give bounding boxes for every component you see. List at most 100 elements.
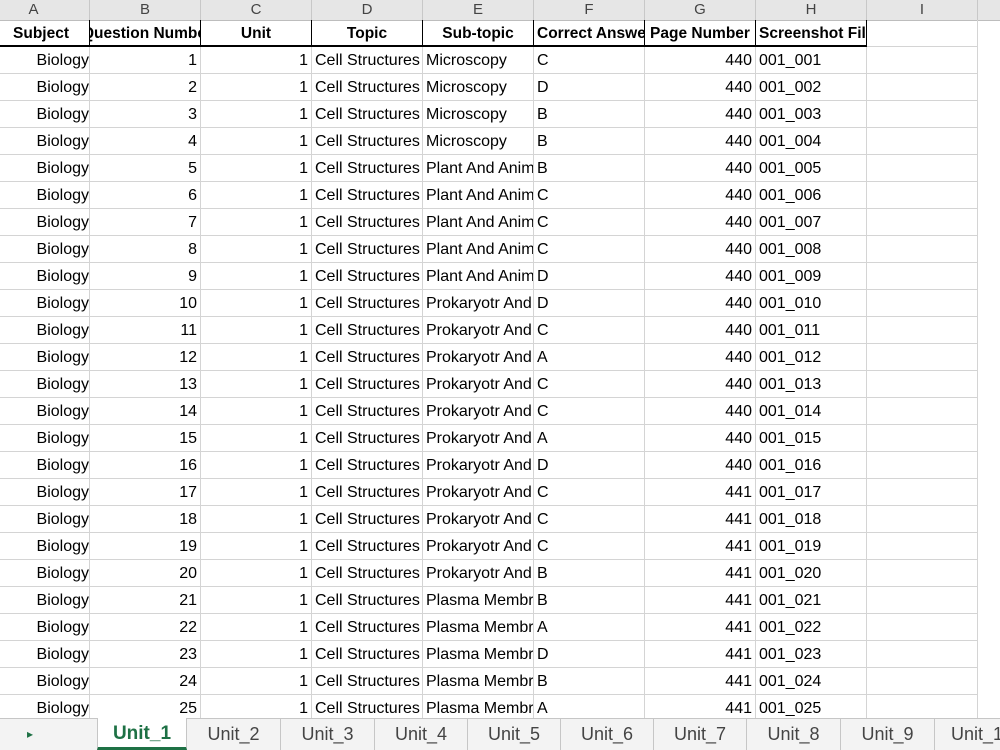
- column-header-b[interactable]: B: [90, 0, 201, 20]
- cell-screenshot-file[interactable]: 001_005: [756, 155, 867, 182]
- cell-page-number[interactable]: 440: [645, 101, 756, 128]
- cell-subtopic[interactable]: Plasma Membrane: [423, 587, 534, 614]
- cell-topic[interactable]: Cell Structures: [312, 479, 423, 506]
- cell-subject[interactable]: Biology: [0, 533, 90, 560]
- cell-subtopic[interactable]: Prokaryotr And: [423, 317, 534, 344]
- cell-unit[interactable]: 1: [201, 641, 312, 668]
- column-header-g[interactable]: G: [645, 0, 756, 20]
- cell-page-number[interactable]: 440: [645, 182, 756, 209]
- cell-subject[interactable]: Biology: [0, 614, 90, 641]
- cell-unit[interactable]: 1: [201, 614, 312, 641]
- cell-screenshot-file[interactable]: 001_020: [756, 560, 867, 587]
- cell-subtopic[interactable]: Plasma Membrane: [423, 695, 534, 718]
- cell-question-number[interactable]: 14: [90, 398, 201, 425]
- cell-unit[interactable]: 1: [201, 209, 312, 236]
- cell-subtopic[interactable]: Plant And Animal: [423, 236, 534, 263]
- cell-subject[interactable]: Biology: [0, 479, 90, 506]
- cell-question-number[interactable]: 16: [90, 452, 201, 479]
- cell-screenshot-file[interactable]: 001_013: [756, 371, 867, 398]
- cell-question-number[interactable]: 15: [90, 425, 201, 452]
- cell-subject[interactable]: Biology: [0, 155, 90, 182]
- cell-empty[interactable]: [867, 641, 978, 668]
- cell-screenshot-file[interactable]: 001_003: [756, 101, 867, 128]
- cell-empty[interactable]: [867, 452, 978, 479]
- cell-subtopic[interactable]: Prokaryotr And: [423, 344, 534, 371]
- cell-correct-answer[interactable]: B: [534, 668, 645, 695]
- header-cell-subject[interactable]: Subject: [0, 20, 90, 47]
- cell-subtopic[interactable]: Plant And Animal: [423, 182, 534, 209]
- cell-question-number[interactable]: 19: [90, 533, 201, 560]
- cell-correct-answer[interactable]: A: [534, 614, 645, 641]
- cell-correct-answer[interactable]: D: [534, 263, 645, 290]
- cell-unit[interactable]: 1: [201, 317, 312, 344]
- cell-subtopic[interactable]: Plasma Membrane: [423, 668, 534, 695]
- cell-topic[interactable]: Cell Structures: [312, 263, 423, 290]
- cell-topic[interactable]: Cell Structures: [312, 425, 423, 452]
- cell-empty[interactable]: [867, 47, 978, 74]
- cell-subtopic[interactable]: Prokaryotr And: [423, 560, 534, 587]
- cell-page-number[interactable]: 441: [645, 479, 756, 506]
- cell-unit[interactable]: 1: [201, 695, 312, 718]
- cell-correct-answer[interactable]: A: [534, 695, 645, 718]
- cell-subtopic[interactable]: Prokaryotr And: [423, 371, 534, 398]
- header-cell-empty[interactable]: [867, 20, 978, 47]
- cell-subject[interactable]: Biology: [0, 668, 90, 695]
- cell-unit[interactable]: 1: [201, 236, 312, 263]
- cell-subject[interactable]: Biology: [0, 47, 90, 74]
- cell-correct-answer[interactable]: B: [534, 560, 645, 587]
- cell-unit[interactable]: 1: [201, 398, 312, 425]
- cell-unit[interactable]: 1: [201, 182, 312, 209]
- cell-topic[interactable]: Cell Structures: [312, 398, 423, 425]
- cell-unit[interactable]: 1: [201, 371, 312, 398]
- cell-subtopic[interactable]: Prokaryotr And: [423, 425, 534, 452]
- header-cell-screenshot-file[interactable]: Screenshot File: [756, 20, 867, 47]
- cell-page-number[interactable]: 440: [645, 290, 756, 317]
- cell-subject[interactable]: Biology: [0, 128, 90, 155]
- cell-correct-answer[interactable]: C: [534, 506, 645, 533]
- cell-question-number[interactable]: 1: [90, 47, 201, 74]
- cell-empty[interactable]: [867, 236, 978, 263]
- cell-screenshot-file[interactable]: 001_018: [756, 506, 867, 533]
- cell-screenshot-file[interactable]: 001_024: [756, 668, 867, 695]
- header-cell-correct-answer[interactable]: Correct Answer: [534, 20, 645, 47]
- cell-correct-answer[interactable]: C: [534, 398, 645, 425]
- cell-page-number[interactable]: 440: [645, 452, 756, 479]
- cell-correct-answer[interactable]: C: [534, 236, 645, 263]
- cell-subtopic[interactable]: Prokaryotr And: [423, 533, 534, 560]
- cell-empty[interactable]: [867, 101, 978, 128]
- cell-subtopic[interactable]: Plasma Membrane: [423, 614, 534, 641]
- cell-unit[interactable]: 1: [201, 128, 312, 155]
- sheet-tab-unit-8[interactable]: Unit_8: [747, 719, 841, 750]
- cell-correct-answer[interactable]: A: [534, 425, 645, 452]
- column-header-a[interactable]: A: [0, 0, 90, 20]
- cell-empty[interactable]: [867, 182, 978, 209]
- cell-unit[interactable]: 1: [201, 479, 312, 506]
- cell-question-number[interactable]: 17: [90, 479, 201, 506]
- cell-question-number[interactable]: 10: [90, 290, 201, 317]
- cell-empty[interactable]: [867, 398, 978, 425]
- cell-topic[interactable]: Cell Structures: [312, 74, 423, 101]
- cell-question-number[interactable]: 5: [90, 155, 201, 182]
- cell-subject[interactable]: Biology: [0, 74, 90, 101]
- cell-question-number[interactable]: 3: [90, 101, 201, 128]
- cell-subtopic[interactable]: Plant And Animal: [423, 263, 534, 290]
- cell-topic[interactable]: Cell Structures: [312, 101, 423, 128]
- cell-subject[interactable]: Biology: [0, 452, 90, 479]
- cell-subject[interactable]: Biology: [0, 506, 90, 533]
- column-header-f[interactable]: F: [534, 0, 645, 20]
- cell-subject[interactable]: Biology: [0, 587, 90, 614]
- cell-subject[interactable]: Biology: [0, 182, 90, 209]
- cell-subtopic[interactable]: Microscopy: [423, 74, 534, 101]
- cell-subtopic[interactable]: Microscopy: [423, 47, 534, 74]
- cell-subject[interactable]: Biology: [0, 317, 90, 344]
- cell-page-number[interactable]: 440: [645, 74, 756, 101]
- header-cell-unit[interactable]: Unit: [201, 20, 312, 47]
- cell-screenshot-file[interactable]: 001_016: [756, 452, 867, 479]
- cell-page-number[interactable]: 441: [645, 560, 756, 587]
- cell-screenshot-file[interactable]: 001_006: [756, 182, 867, 209]
- cell-correct-answer[interactable]: C: [534, 47, 645, 74]
- cell-subject[interactable]: Biology: [0, 398, 90, 425]
- cell-subtopic[interactable]: Prokaryotr And: [423, 452, 534, 479]
- cell-subject[interactable]: Biology: [0, 560, 90, 587]
- sheet-tab-unit-3[interactable]: Unit_3: [281, 719, 375, 750]
